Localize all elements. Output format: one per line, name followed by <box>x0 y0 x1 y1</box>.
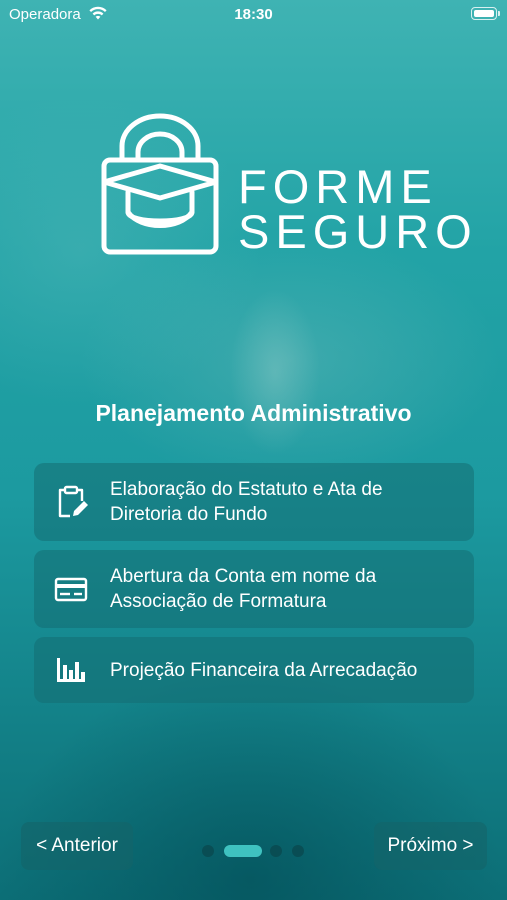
page-dot[interactable] <box>292 845 304 857</box>
section-title: Planejamento Administrativo <box>95 400 412 426</box>
feature-text-line1: Projeção Financeira da Arrecadação <box>110 659 418 681</box>
bar-chart-icon <box>57 658 85 682</box>
bank-card-icon <box>54 577 88 602</box>
feature-card-financial-projection: Projeção Financeira da Arrecadação <box>34 637 474 703</box>
clipboard-edit-icon <box>58 485 88 518</box>
feature-text-line2: Associação de Formatura <box>110 591 327 612</box>
feature-card-bank-account: Abertura da Conta em nome da Associação … <box>34 550 474 628</box>
feature-text-line1: Abertura da Conta em nome da <box>110 566 377 587</box>
logo-wordmark-line2: SEGURO <box>238 205 478 258</box>
feature-text-line1: Elaboração do Estatuto e Ata de <box>110 479 383 500</box>
clock: 18:30 <box>234 6 273 23</box>
feature-text-line2: Diretoria do Fundo <box>110 504 268 525</box>
page-dot[interactable] <box>270 845 282 857</box>
logo-wordmark-line1: FORME <box>238 160 438 213</box>
next-button[interactable]: Próximo > <box>374 822 487 870</box>
page-dot[interactable] <box>202 845 214 857</box>
feature-card-statute: Elaboração do Estatuto e Ata de Diretori… <box>34 463 474 541</box>
battery-icon <box>471 7 500 20</box>
status-bar: Operadora 18:30 <box>0 0 507 30</box>
page-dot-active[interactable] <box>224 845 262 857</box>
previous-button[interactable]: < Anterior <box>21 822 133 870</box>
lock-graduation-cap-icon <box>101 113 219 255</box>
